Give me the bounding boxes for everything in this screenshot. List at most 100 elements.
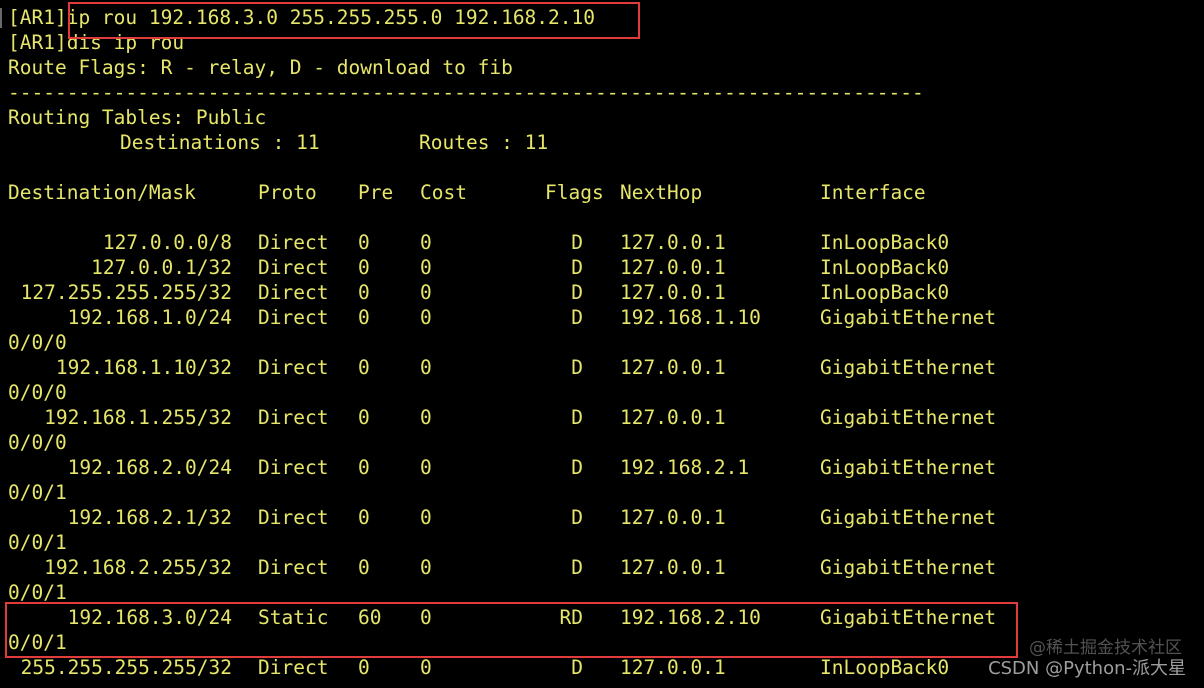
cell-pre: 0 bbox=[358, 456, 370, 479]
table-row: 192.168.2.0/24 Direct 0 0 D 192.168.2.1 Gigabi… bbox=[0, 455, 1204, 480]
cell-proto: Direct bbox=[258, 256, 329, 279]
cell-destination: 255.255.255.255/32 bbox=[20, 656, 232, 679]
cell-cost: 0 bbox=[420, 356, 432, 379]
cell-pre: 0 bbox=[358, 256, 370, 279]
watermark-csdn: CSDN @Python-派大星 bbox=[988, 658, 1186, 679]
cell-pre: 0 bbox=[358, 231, 370, 254]
interface-continuation: 0/0/1 bbox=[8, 581, 67, 604]
cell-flags: D bbox=[571, 231, 583, 254]
cell-flags: D bbox=[571, 556, 583, 579]
interface-continuation: 0/0/1 bbox=[8, 631, 67, 654]
cell-destination: 127.255.255.255/32 bbox=[20, 281, 232, 304]
cell-pre: 0 bbox=[358, 506, 370, 529]
cell-destination: 127.0.0.1/32 bbox=[91, 256, 232, 279]
cell-destination: 192.168.1.0/24 bbox=[67, 306, 232, 329]
header-flags: Flags bbox=[545, 181, 604, 204]
cell-interface: InLoopBack0 bbox=[820, 256, 950, 279]
interface-continuation: 0/0/0 bbox=[8, 431, 67, 454]
cell-cost: 0 bbox=[420, 281, 432, 304]
cell-cost: 0 bbox=[420, 256, 432, 279]
table-row: 192.168.1.10/32 Direct 0 0 D 127.0.0.1 Gigabit… bbox=[0, 355, 1204, 380]
cell-interface: GigabitEthernet bbox=[820, 406, 997, 429]
destinations-count: Destinations : 11 bbox=[120, 131, 320, 154]
routes-count: Routes : 11 bbox=[419, 131, 549, 154]
cell-destination: 192.168.1.10/32 bbox=[55, 356, 232, 379]
table-row: 127.0.0.1/32 Direct 0 0 D 127.0.0.1 InLoopBack… bbox=[0, 255, 1204, 280]
cell-proto: Direct bbox=[258, 356, 329, 379]
cell-nexthop: 127.0.0.1 bbox=[620, 406, 726, 429]
route-flags-legend: Route Flags: R - relay, D - download to … bbox=[8, 56, 513, 79]
cell-proto: Direct bbox=[258, 306, 329, 329]
routing-tables-title: Routing Tables: Public bbox=[8, 106, 267, 129]
cell-proto: Direct bbox=[258, 281, 329, 304]
header-destination: Destination/Mask bbox=[8, 181, 196, 204]
table-header: Destination/Mask Proto Pre Cost Flags Ne… bbox=[0, 180, 1204, 205]
header-proto: Proto bbox=[258, 181, 317, 204]
cell-interface: InLoopBack0 bbox=[820, 656, 950, 679]
table-row: 192.168.1.255/32 Direct 0 0 D 127.0.0.1 Gigabi… bbox=[0, 405, 1204, 430]
cell-interface: GigabitEthernet bbox=[820, 556, 997, 579]
cell-destination: 192.168.2.0/24 bbox=[67, 456, 232, 479]
cell-proto: Direct bbox=[258, 556, 329, 579]
interface-continuation: 0/0/1 bbox=[8, 531, 67, 554]
cell-cost: 0 bbox=[420, 406, 432, 429]
cell-flags: D bbox=[571, 356, 583, 379]
cell-flags: D bbox=[571, 456, 583, 479]
cell-interface: GigabitEthernet bbox=[820, 456, 997, 479]
cell-proto: Static bbox=[258, 606, 329, 629]
cell-pre: 0 bbox=[358, 406, 370, 429]
cell-proto: Direct bbox=[258, 231, 329, 254]
cell-cost: 0 bbox=[420, 656, 432, 679]
cell-nexthop: 192.168.1.10 bbox=[620, 306, 761, 329]
cell-cost: 0 bbox=[420, 606, 432, 629]
cell-pre: 0 bbox=[358, 356, 370, 379]
cell-interface: GigabitEthernet bbox=[820, 306, 997, 329]
cell-cost: 0 bbox=[420, 231, 432, 254]
cell-pre: 0 bbox=[358, 281, 370, 304]
cell-destination: 192.168.2.255/32 bbox=[44, 556, 232, 579]
command-line-static-route: [AR1]ip rou 192.168.3.0 255.255.255.0 19… bbox=[8, 6, 595, 29]
cell-destination: 192.168.3.0/24 bbox=[67, 606, 232, 629]
cell-cost: 0 bbox=[420, 506, 432, 529]
cell-interface: InLoopBack0 bbox=[820, 281, 950, 304]
cell-cost: 0 bbox=[420, 456, 432, 479]
cell-cost: 0 bbox=[420, 556, 432, 579]
terminal-window[interactable]: [AR1]ip rou 192.168.3.0 255.255.255.0 19… bbox=[0, 0, 1204, 688]
cell-nexthop: 127.0.0.1 bbox=[620, 256, 726, 279]
cell-proto: Direct bbox=[258, 656, 329, 679]
interface-continuation: 0/0/0 bbox=[8, 331, 67, 354]
command-line-display-route: [AR1]dis ip rou bbox=[8, 31, 185, 54]
cell-proto: Direct bbox=[258, 406, 329, 429]
separator-line: ----------------------------------------… bbox=[8, 81, 924, 104]
header-interface: Interface bbox=[820, 181, 926, 204]
table-row: 127.255.255.255/32 Direct 0 0 D 127.0.0.1 InLo… bbox=[0, 280, 1204, 305]
cell-proto: Direct bbox=[258, 506, 329, 529]
cell-pre: 0 bbox=[358, 306, 370, 329]
cursor-marker bbox=[0, 8, 2, 28]
cell-interface: InLoopBack0 bbox=[820, 231, 950, 254]
cell-nexthop: 127.0.0.1 bbox=[620, 231, 726, 254]
cell-nexthop: 127.0.0.1 bbox=[620, 356, 726, 379]
cell-nexthop: 192.168.2.1 bbox=[620, 456, 750, 479]
header-nexthop: NextHop bbox=[620, 181, 703, 204]
cell-cost: 0 bbox=[420, 306, 432, 329]
cell-destination: 192.168.2.1/32 bbox=[67, 506, 232, 529]
cell-destination: 127.0.0.0/8 bbox=[102, 231, 232, 254]
cell-nexthop: 127.0.0.1 bbox=[620, 281, 726, 304]
cell-flags: D bbox=[571, 406, 583, 429]
table-row: 192.168.3.0/24 Static 60 0 RD 192.168.2.10 Gig… bbox=[0, 605, 1204, 630]
cell-proto: Direct bbox=[258, 456, 329, 479]
table-row: 192.168.2.255/32 Direct 0 0 D 127.0.0.1 Gigabi… bbox=[0, 555, 1204, 580]
cell-flags: D bbox=[571, 506, 583, 529]
cell-nexthop: 127.0.0.1 bbox=[620, 506, 726, 529]
cell-flags: D bbox=[571, 306, 583, 329]
cell-pre: 0 bbox=[358, 556, 370, 579]
cell-nexthop: 192.168.2.10 bbox=[620, 606, 761, 629]
cell-interface: GigabitEthernet bbox=[820, 506, 997, 529]
cell-pre: 0 bbox=[358, 656, 370, 679]
cell-pre: 60 bbox=[358, 606, 382, 629]
table-row: 192.168.2.1/32 Direct 0 0 D 127.0.0.1 GigabitE… bbox=[0, 505, 1204, 530]
cell-flags: D bbox=[571, 656, 583, 679]
cell-nexthop: 127.0.0.1 bbox=[620, 556, 726, 579]
cell-interface: GigabitEthernet bbox=[820, 606, 997, 629]
